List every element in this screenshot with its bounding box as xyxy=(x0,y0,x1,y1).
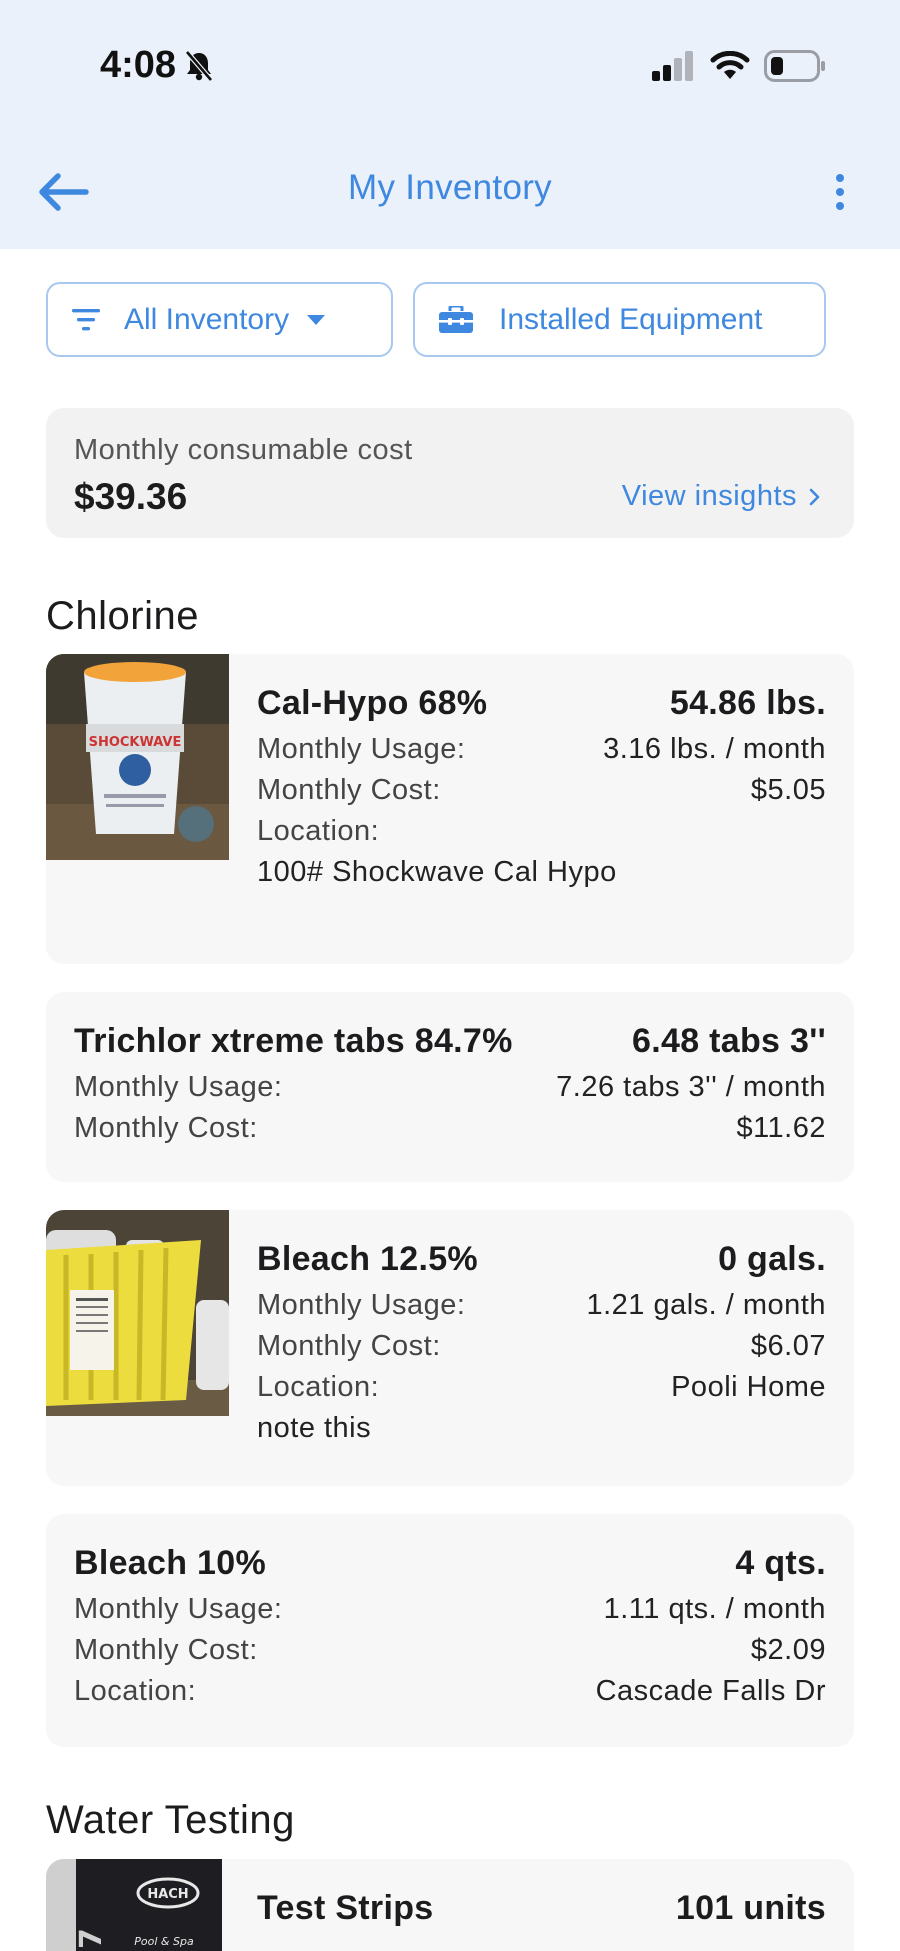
item-photo: SHOCKWAVE xyxy=(46,654,229,860)
item-details: Cal-Hypo 68% 54.86 lbs. Monthly Usage: 3… xyxy=(257,684,826,889)
bottle-sub-text: Pool & Spa xyxy=(134,1935,194,1948)
cellular-signal-icon xyxy=(652,51,693,81)
monthly-cost-value: $6.07 xyxy=(750,1330,826,1362)
wifi-icon xyxy=(710,51,750,79)
status-icons xyxy=(652,50,826,82)
item-name: Bleach 10% xyxy=(74,1544,266,1582)
monthly-usage-label: Monthly Usage: xyxy=(257,1289,466,1321)
item-photo: 7 HACH Pool & Spa xyxy=(46,1859,229,1951)
monthly-cost-label: Monthly Cost: xyxy=(74,1634,258,1666)
location-value: Pooli Home xyxy=(671,1371,826,1403)
monthly-cost-value: $2.09 xyxy=(750,1634,826,1666)
page-title: My Inventory xyxy=(348,168,552,207)
section-title-water-testing: Water Testing xyxy=(46,1798,295,1842)
installed-equipment-label: Installed Equipment xyxy=(499,302,763,336)
monthly-cost-value: $39.36 xyxy=(74,476,188,517)
item-name: Cal-Hypo 68% xyxy=(257,684,488,722)
item-quantity: 0 gals. xyxy=(718,1240,826,1278)
test-strips-bottle-image: 7 HACH Pool & Spa xyxy=(46,1859,229,1951)
inventory-item-card[interactable]: Trichlor xtreme tabs 84.7% 6.48 tabs 3''… xyxy=(46,992,854,1182)
item-photo xyxy=(46,1210,229,1416)
monthly-usage-value: 3.16 lbs. / month xyxy=(603,733,826,765)
bottle-brand-text: HACH xyxy=(147,1887,188,1902)
monthly-cost-card: Monthly consumable cost $39.36 View insi… xyxy=(46,408,854,538)
item-name: Bleach 12.5% xyxy=(257,1240,478,1278)
location-value: Cascade Falls Dr xyxy=(595,1675,826,1707)
monthly-usage-value: 7.26 tabs 3'' / month xyxy=(556,1071,826,1103)
item-quantity: 101 units xyxy=(675,1889,826,1927)
clock-label: 4:08 xyxy=(100,44,177,86)
monthly-cost-label: Monthly Cost: xyxy=(257,1330,441,1362)
filter-bar: All Inventory Installed Equipment xyxy=(46,282,826,357)
item-name: Trichlor xtreme tabs 84.7% xyxy=(74,1022,513,1060)
monthly-cost-label: Monthly consumable cost xyxy=(74,434,413,466)
location-label: Location: xyxy=(74,1675,197,1707)
inventory-item-card[interactable]: SHOCKWAVE Cal-Hypo 68% 54.86 lbs. Monthl… xyxy=(46,654,854,964)
monthly-cost-label: Monthly Cost: xyxy=(74,1112,258,1144)
item-details: Trichlor xtreme tabs 84.7% 6.48 tabs 3''… xyxy=(74,1022,826,1145)
monthly-usage-label: Monthly Usage: xyxy=(257,733,466,765)
monthly-usage-value: 1.21 gals. / month xyxy=(586,1289,826,1321)
bucket-photo-image: SHOCKWAVE xyxy=(46,654,229,860)
all-inventory-label: All Inventory xyxy=(124,302,290,336)
item-quantity: 4 qts. xyxy=(735,1544,826,1582)
location-label: Location: xyxy=(257,1371,380,1403)
installed-equipment-button[interactable]: Installed Equipment xyxy=(413,282,826,357)
toolbox-icon xyxy=(439,305,473,333)
section-title-chlorine: Chlorine xyxy=(46,594,199,638)
top-bar: 4:08 My Inventory xyxy=(0,0,900,249)
bell-muted-icon xyxy=(185,49,213,82)
caret-down-icon xyxy=(307,314,326,325)
all-inventory-dropdown[interactable]: All Inventory xyxy=(46,282,393,357)
filter-icon xyxy=(72,308,100,330)
inventory-item-card[interactable]: Bleach 12.5% 0 gals. Monthly Usage: 1.21… xyxy=(46,1210,854,1486)
monthly-cost-value: $11.62 xyxy=(736,1112,826,1144)
inventory-item-card[interactable]: 7 HACH Pool & Spa Test Strips 101 units xyxy=(46,1859,854,1951)
view-insights-link[interactable]: View insights xyxy=(622,480,820,513)
status-time: 4:08 xyxy=(100,44,214,87)
svg-text:SHOCKWAVE: SHOCKWAVE xyxy=(89,735,182,750)
inventory-item-card[interactable]: Bleach 10% 4 qts. Monthly Usage: 1.11 qt… xyxy=(46,1514,854,1747)
svg-text:7: 7 xyxy=(74,1928,109,1949)
monthly-usage-label: Monthly Usage: xyxy=(74,1071,283,1103)
monthly-usage-label: Monthly Usage: xyxy=(74,1593,283,1625)
monthly-cost-label: Monthly Cost: xyxy=(257,774,441,806)
bleach-crate-image xyxy=(46,1210,229,1416)
item-quantity: 54.86 lbs. xyxy=(669,684,826,722)
battery-icon xyxy=(764,50,825,82)
item-details: Bleach 12.5% 0 gals. Monthly Usage: 1.21… xyxy=(257,1240,826,1445)
view-insights-label: View insights xyxy=(621,480,797,512)
more-vertical-icon[interactable] xyxy=(830,172,850,212)
item-name: Test Strips xyxy=(257,1889,434,1927)
item-note: note this xyxy=(257,1412,372,1444)
item-quantity: 6.48 tabs 3'' xyxy=(632,1022,826,1060)
monthly-cost-value: $5.05 xyxy=(750,774,826,806)
item-note: 100# Shockwave Cal Hypo xyxy=(257,856,617,888)
chevron-right-icon xyxy=(809,488,820,505)
monthly-usage-value: 1.11 qts. / month xyxy=(603,1593,826,1625)
location-label: Location: xyxy=(257,815,380,847)
item-details: Test Strips 101 units xyxy=(257,1889,826,1928)
item-details: Bleach 10% 4 qts. Monthly Usage: 1.11 qt… xyxy=(74,1544,826,1708)
